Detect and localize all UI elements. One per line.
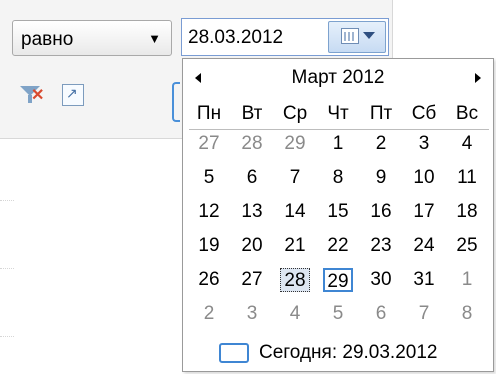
calendar-day[interactable]: 7 bbox=[280, 166, 310, 190]
chevron-down-icon bbox=[363, 32, 375, 39]
calendar-day[interactable]: 31 bbox=[409, 268, 439, 292]
calendar-day[interactable]: 23 bbox=[366, 234, 396, 258]
today-label: Сегодня: 29.03.2012 bbox=[259, 342, 438, 363]
calendar-day[interactable]: 4 bbox=[280, 302, 310, 326]
calendar-day[interactable]: 25 bbox=[452, 234, 482, 258]
calendar-day[interactable]: 17 bbox=[409, 200, 439, 224]
weekday-label: Вс bbox=[455, 103, 479, 124]
calendar-day[interactable]: 22 bbox=[323, 234, 353, 258]
calendar-day[interactable]: 3 bbox=[409, 132, 439, 156]
calendar-day[interactable]: 24 bbox=[409, 234, 439, 258]
calendar-day[interactable]: 2 bbox=[194, 302, 224, 326]
weekday-label: Вт bbox=[241, 103, 263, 124]
calendar-day[interactable]: 2 bbox=[366, 132, 396, 156]
calendar-popup: Март 2012 Пн Вт Ср Чт Пт Сб Вс 27 28 29 1 2 3 4 5 6 7 8 9… bbox=[182, 58, 494, 372]
calendar-day[interactable]: 3 bbox=[237, 302, 267, 326]
calendar-dropdown-button[interactable] bbox=[328, 21, 386, 53]
calendar-day[interactable]: 7 bbox=[409, 302, 439, 326]
expand-icon[interactable]: ↗ bbox=[62, 84, 84, 106]
weekday-label: Пн bbox=[196, 103, 222, 124]
today-marker-icon bbox=[219, 343, 249, 363]
calendar-day[interactable]: 28 bbox=[237, 132, 267, 156]
weekday-label: Чт bbox=[327, 103, 349, 124]
calendar-day[interactable]: 6 bbox=[237, 166, 267, 190]
calendar-day[interactable]: 13 bbox=[237, 200, 267, 224]
calendar-day[interactable]: 5 bbox=[323, 302, 353, 326]
calendar-day[interactable]: 11 bbox=[452, 166, 482, 190]
divider bbox=[0, 336, 14, 337]
calendar-day[interactable]: 10 bbox=[409, 166, 439, 190]
weekday-label: Пт bbox=[369, 103, 393, 124]
date-input[interactable]: 28.03.2012 bbox=[181, 18, 389, 56]
calendar-icon bbox=[341, 28, 359, 44]
weekday-header: Пн Вт Ср Чт Пт Сб Вс bbox=[189, 103, 489, 130]
chevron-right-icon[interactable] bbox=[475, 73, 481, 83]
chevron-down-icon: ▼ bbox=[148, 31, 161, 46]
calendar-day[interactable]: 8 bbox=[323, 166, 353, 190]
calendar-day[interactable]: 12 bbox=[194, 200, 224, 224]
calendar-day[interactable]: 5 bbox=[194, 166, 224, 190]
calendar-day[interactable]: 30 bbox=[366, 268, 396, 292]
calendar-day[interactable]: 1 bbox=[452, 268, 482, 292]
calendar-header: Март 2012 bbox=[183, 59, 493, 97]
calendar-day[interactable]: 9 bbox=[366, 166, 396, 190]
weekday-label: Ср bbox=[282, 103, 308, 124]
calendar-day[interactable]: 16 bbox=[366, 200, 396, 224]
hidden-button-edge[interactable] bbox=[172, 82, 180, 122]
weekday-label: Сб bbox=[411, 103, 437, 124]
calendar-day[interactable]: 26 bbox=[194, 268, 224, 292]
date-input-value: 28.03.2012 bbox=[188, 27, 284, 48]
calendar-day[interactable]: 20 bbox=[237, 234, 267, 258]
calendar-day[interactable]: 27 bbox=[237, 268, 267, 292]
divider bbox=[0, 268, 14, 269]
calendar-day[interactable]: 4 bbox=[452, 132, 482, 156]
calendar-day[interactable]: 8 bbox=[452, 302, 482, 326]
operator-select-value: равно bbox=[21, 29, 74, 50]
calendar-day[interactable]: 18 bbox=[452, 200, 482, 224]
day-grid: 27 28 29 1 2 3 4 5 6 7 8 9 10 11 12 13 14 15 16 17 18 19 20 21 2… bbox=[189, 132, 489, 332]
today-button[interactable]: Сегодня: 29.03.2012 bbox=[183, 339, 493, 367]
calendar-day[interactable]: 19 bbox=[194, 234, 224, 258]
arrow-up-right-icon: ↗ bbox=[66, 85, 78, 101]
divider bbox=[0, 200, 14, 201]
calendar-day[interactable]: 1 bbox=[323, 132, 353, 156]
calendar-day-today[interactable]: 29 bbox=[323, 268, 353, 292]
close-icon: ✕ bbox=[31, 87, 45, 104]
calendar-day-selected[interactable]: 28 bbox=[280, 268, 310, 292]
calendar-day[interactable]: 27 bbox=[194, 132, 224, 156]
calendar-day[interactable]: 14 bbox=[280, 200, 310, 224]
calendar-day[interactable]: 6 bbox=[366, 302, 396, 326]
month-title: Март 2012 bbox=[291, 67, 385, 88]
calendar-day[interactable]: 29 bbox=[280, 132, 310, 156]
filter-clear-icon[interactable]: ✕ bbox=[20, 84, 45, 106]
calendar-day[interactable]: 21 bbox=[280, 234, 310, 258]
calendar-day[interactable]: 15 bbox=[323, 200, 353, 224]
operator-select[interactable]: равно ▼ bbox=[12, 20, 172, 56]
